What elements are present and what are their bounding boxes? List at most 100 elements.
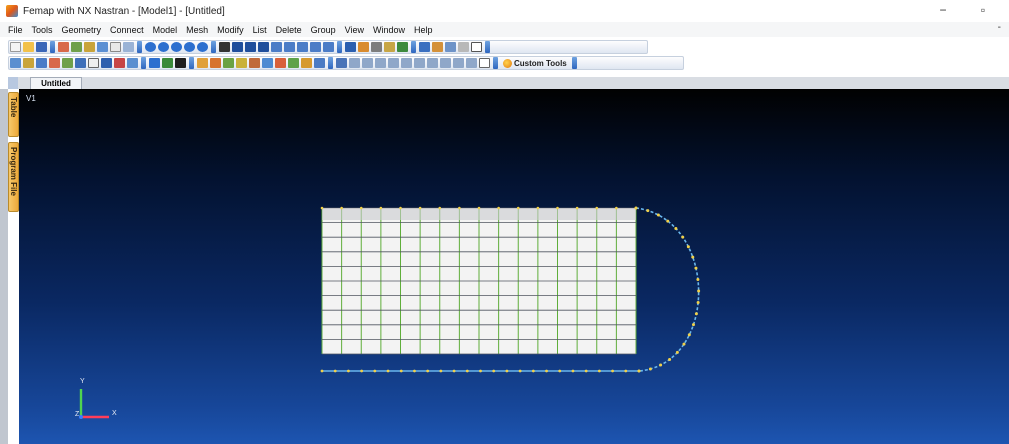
toolbar-grip[interactable] [50,41,55,53]
menu-model[interactable]: Model [153,25,178,35]
group-close-icon[interactable] [440,58,451,68]
mesh-transition-icon[interactable] [301,58,312,68]
menu-group[interactable]: Group [311,25,336,35]
mesh-quality-icon[interactable] [275,58,286,68]
menu-list[interactable]: List [253,25,267,35]
mesh-check-icon[interactable] [262,58,273,68]
select-icon[interactable] [397,42,408,52]
menu-geometry[interactable]: Geometry [62,25,102,35]
restore-button[interactable]: ▫ [976,3,990,17]
toolbar-grip[interactable] [211,41,216,53]
mesh-tool-icon[interactable] [71,42,82,52]
side-tab-program-file[interactable]: Program File [8,142,19,212]
menu-help[interactable]: Help [414,25,433,35]
pick-options-icon[interactable] [445,42,456,52]
curve-icon[interactable] [62,58,73,68]
document-icon[interactable] [479,58,490,68]
delete-tool-icon[interactable] [114,58,125,68]
zoom-out-icon[interactable] [284,42,295,52]
new-file-icon[interactable] [10,42,21,52]
mesh-control-icon[interactable] [210,58,221,68]
analysis-tool-icon[interactable] [97,42,108,52]
mesh-edge-icon[interactable] [288,58,299,68]
node-icon[interactable] [149,58,160,68]
mesh-solid-icon[interactable] [236,58,247,68]
toolbar-grip[interactable] [571,57,577,69]
autoscale-icon[interactable] [310,42,321,52]
menu-view[interactable]: View [345,25,364,35]
pick-icon[interactable] [432,42,443,52]
rows-icon[interactable] [401,58,412,68]
pick-disabled-icon[interactable] [458,42,469,52]
window-icon[interactable] [471,42,482,52]
print-icon[interactable] [110,42,121,52]
view-circle-2-icon[interactable] [171,42,182,52]
custom-tools-button[interactable]: Custom Tools [500,58,570,68]
menu-file[interactable]: File [8,25,23,35]
menu-delete[interactable]: Delete [276,25,302,35]
menu-tools[interactable]: Tools [32,25,53,35]
menu-window[interactable]: Window [373,25,405,35]
columns-icon[interactable] [388,58,399,68]
side-tab-data-table[interactable]: Data Table [8,92,27,137]
model-tool-icon[interactable] [84,42,95,52]
toolbar-grip[interactable] [328,57,333,69]
mesh-surface-icon[interactable] [223,58,234,68]
toolbar-grip[interactable] [189,57,194,69]
geometry-tool-icon[interactable] [58,42,69,52]
filter-icon[interactable] [384,42,395,52]
labels-icon[interactable] [23,58,34,68]
shape-icon[interactable] [127,58,138,68]
group-open-icon[interactable] [427,58,438,68]
align-center-icon[interactable] [349,58,360,68]
color-icon[interactable] [49,58,60,68]
remesh-icon[interactable] [249,58,260,68]
view-circle-1-icon[interactable] [158,42,169,52]
view-y-icon[interactable] [245,42,256,52]
view-x-icon[interactable] [232,42,243,52]
view-z-icon[interactable] [258,42,269,52]
group-copy-icon[interactable] [466,58,477,68]
tab-untitled[interactable]: Untitled [30,77,82,89]
post-icon[interactable] [371,42,382,52]
group-move-icon[interactable] [453,58,464,68]
element-icon[interactable] [162,58,173,68]
zoom-box-icon[interactable] [297,42,308,52]
brackets-icon[interactable] [414,58,425,68]
view-circle-3-icon[interactable] [184,42,195,52]
solid-icon[interactable] [101,58,112,68]
copy-icon[interactable] [123,42,134,52]
toolbar-grip[interactable] [141,57,146,69]
menu-modify[interactable]: Modify [217,25,244,35]
view-circle-4-icon[interactable] [197,42,208,52]
mesh-toolbox-icon[interactable] [314,58,325,68]
femap-app-icon[interactable] [6,5,18,17]
view-options-icon[interactable] [323,42,334,52]
menu-mesh[interactable]: Mesh [186,25,208,35]
render-icon[interactable] [358,42,369,52]
mesh-size-icon[interactable] [197,58,208,68]
toolbar-grip[interactable] [493,57,498,69]
table-icon[interactable] [375,58,386,68]
toolbar-grip[interactable] [137,41,142,53]
save-icon[interactable] [36,42,47,52]
visibility-icon[interactable] [36,58,47,68]
minimize-button[interactable]: − [936,3,950,17]
align-right-icon[interactable] [362,58,373,68]
mdi-close-button[interactable]: - [998,22,1001,33]
entity-select-icon[interactable] [419,42,430,52]
open-folder-icon[interactable] [23,42,34,52]
graphics-viewport[interactable]: V1 Y X Z [19,89,1009,444]
toolbar-grip[interactable] [485,41,490,53]
rotate-view-icon[interactable] [145,42,156,52]
zoom-in-icon[interactable] [271,42,282,52]
grid-icon[interactable] [88,58,99,68]
entity-display-icon[interactable] [10,58,21,68]
toolbar-grip[interactable] [337,41,342,53]
layers-icon[interactable] [345,42,356,52]
surface-icon[interactable] [75,58,86,68]
align-left-icon[interactable] [336,58,347,68]
menu-connect[interactable]: Connect [110,25,144,35]
toolbar-grip[interactable] [411,41,416,53]
xyz-icon[interactable] [175,58,186,68]
